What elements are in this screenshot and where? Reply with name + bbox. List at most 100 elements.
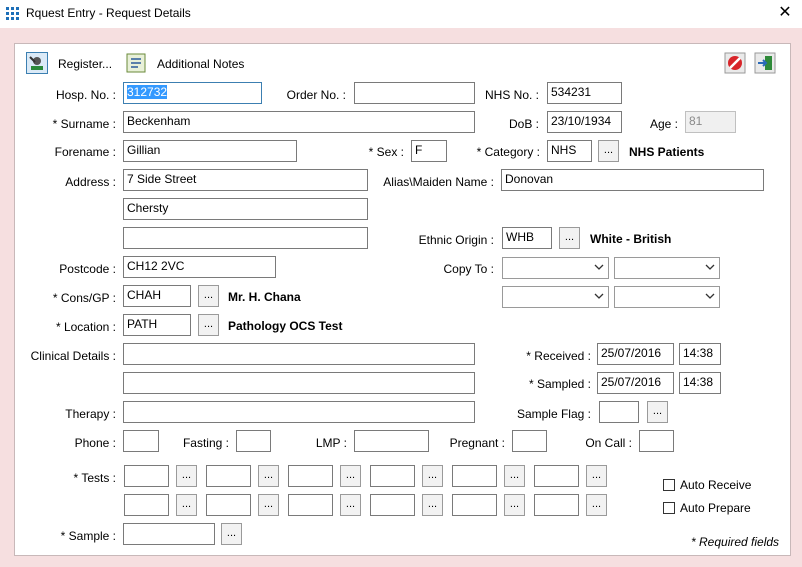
pregnant-input[interactable] [512,430,547,452]
category-input[interactable]: NHS [547,140,592,162]
address-line3-input[interactable] [123,227,368,249]
therapy-input[interactable] [123,401,475,423]
test-lookup-button[interactable]: ... [340,465,361,487]
test-lookup-button[interactable]: ... [422,465,443,487]
received-date-input[interactable]: 25/07/2016 [597,343,674,365]
alias-label: Alias\Maiden Name : [383,175,494,189]
forename-input[interactable]: Gillian [123,140,297,162]
surname-label: * Surname : [52,117,116,131]
exit-icon[interactable] [754,52,776,74]
location-lookup-button[interactable]: ... [198,314,219,336]
location-label: * Location : [55,320,116,334]
test-input[interactable] [288,494,333,516]
address-line1-input[interactable]: 7 Side Street [123,169,368,191]
test-input[interactable] [288,465,333,487]
auto-receive-label: Auto Receive [680,478,752,492]
test-input[interactable] [124,494,169,516]
sampled-time-input[interactable]: 14:38 [679,372,721,394]
hosp-no-label: Hosp. No. : [55,88,116,102]
postcode-input[interactable]: CH12 2VC [123,256,276,278]
chevron-down-icon [594,293,604,299]
test-input[interactable] [534,465,579,487]
nhs-no-input[interactable]: 534231 [547,82,622,104]
test-input[interactable] [370,465,415,487]
category-lookup-button[interactable]: ... [598,140,619,162]
address-line2-input[interactable]: Chersty [123,198,368,220]
test-lookup-button[interactable]: ... [176,494,197,516]
clinical-details-input-1[interactable] [123,343,475,365]
chevron-down-icon [594,264,604,270]
clinical-details-label: Clinical Details : [30,349,116,363]
therapy-label: Therapy : [65,407,116,421]
test-lookup-button[interactable]: ... [176,465,197,487]
test-lookup-button[interactable]: ... [586,465,607,487]
copy-to-select-2[interactable] [614,257,720,279]
copy-to-select-3[interactable] [502,286,609,308]
hosp-no-value: 312732 [127,85,168,99]
sample-label: * Sample : [60,529,116,543]
sample-input[interactable] [123,523,215,545]
copy-to-select-1[interactable] [502,257,609,279]
window-title: Rquest Entry - Request Details [26,6,191,20]
additional-notes-button[interactable]: Additional Notes [157,57,244,71]
hosp-no-input[interactable]: 312732 [123,82,262,104]
phone-input[interactable] [123,430,159,452]
category-label: * Category : [476,145,540,159]
dob-input[interactable]: 23/10/1934 [547,111,622,133]
received-label: * Received : [526,349,591,363]
copy-to-select-4[interactable] [614,286,720,308]
order-no-input[interactable] [354,82,475,104]
register-icon[interactable] [26,52,48,74]
test-lookup-button[interactable]: ... [422,494,443,516]
test-lookup-button[interactable]: ... [258,465,279,487]
category-description: NHS Patients [629,145,705,159]
ethnic-origin-lookup-button[interactable]: ... [559,227,580,249]
age-label: Age : [649,117,678,131]
lmp-label: LMP : [315,436,347,450]
on-call-input[interactable] [639,430,674,452]
test-input[interactable] [206,465,251,487]
test-lookup-button[interactable]: ... [340,494,361,516]
cons-gp-input[interactable]: CHAH [123,285,191,307]
surname-input[interactable]: Beckenham [123,111,475,133]
on-call-label: On Call : [585,436,632,450]
cancel-icon[interactable] [724,52,746,74]
received-time-input[interactable]: 14:38 [679,343,721,365]
forename-label: Forename : [54,145,116,159]
sampled-date-input[interactable]: 25/07/2016 [597,372,674,394]
test-lookup-button[interactable]: ... [586,494,607,516]
age-input: 81 [685,111,736,133]
notes-icon[interactable] [125,52,147,74]
ethnic-origin-input[interactable]: WHB [502,227,552,249]
register-button[interactable]: Register... [58,57,112,71]
dob-label: DoB : [508,117,539,131]
test-lookup-button[interactable]: ... [504,494,525,516]
sample-lookup-button[interactable]: ... [221,523,242,545]
sampled-label: * Sampled : [528,377,591,391]
close-icon[interactable]: ✕ [775,3,795,23]
copy-to-label: Copy To : [443,262,494,276]
test-input[interactable] [452,494,497,516]
cons-gp-lookup-button[interactable]: ... [198,285,219,307]
sample-flag-input[interactable] [599,401,639,423]
location-description: Pathology OCS Test [228,319,343,333]
test-input[interactable] [370,494,415,516]
test-input[interactable] [124,465,169,487]
address-label: Address : [65,175,116,189]
test-lookup-button[interactable]: ... [258,494,279,516]
auto-prepare-checkbox[interactable] [663,502,675,514]
test-lookup-button[interactable]: ... [504,465,525,487]
auto-receive-checkbox[interactable] [663,479,675,491]
clinical-details-input-2[interactable] [123,372,475,394]
test-input[interactable] [534,494,579,516]
sample-flag-lookup-button[interactable]: ... [647,401,668,423]
lmp-input[interactable] [354,430,429,452]
location-input[interactable]: PATH [123,314,191,336]
fasting-input[interactable] [236,430,271,452]
test-input[interactable] [452,465,497,487]
fasting-label: Fasting : [182,436,229,450]
test-input[interactable] [206,494,251,516]
sex-input[interactable]: F [411,140,447,162]
alias-input[interactable]: Donovan [501,169,764,191]
required-fields-note: * Required fields [691,535,780,549]
